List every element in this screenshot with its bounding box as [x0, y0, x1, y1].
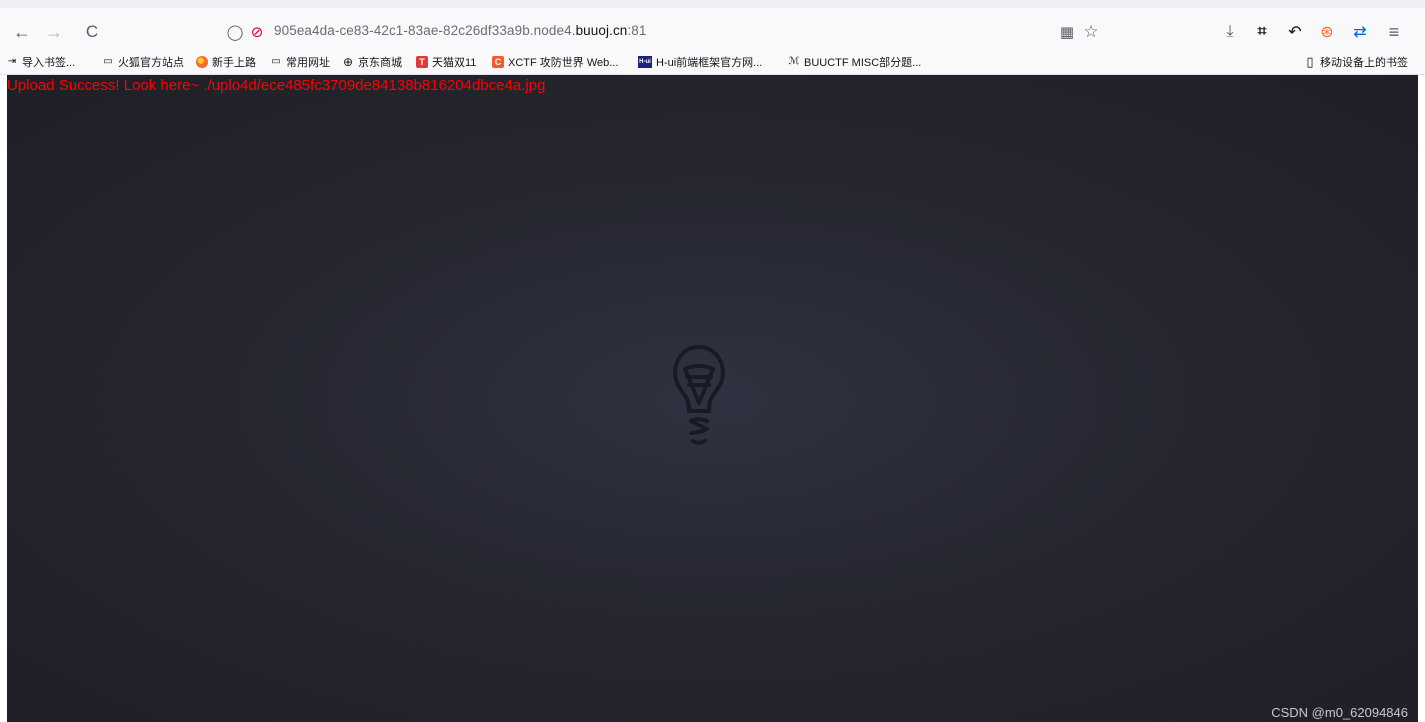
bookmark-label: BUUCTF MISC部分题...	[804, 57, 922, 69]
tmall-icon: T	[416, 56, 428, 68]
sync-icon[interactable]: ⇄	[1346, 18, 1374, 46]
menu-icon[interactable]: ≡	[1380, 18, 1408, 46]
bookmark-label: 天猫双11	[432, 57, 477, 69]
shield-icon[interactable]: ◯	[226, 23, 244, 41]
folder-icon: ▭	[103, 56, 113, 67]
bookmark-label: XCTF 攻防世界 Web...	[508, 57, 619, 69]
url-prefix: 905ea4da-ce83-42c1-83ae-82c26df33a9b.nod…	[274, 23, 576, 38]
bookmark-jd[interactable]: ⊕ 京东商城	[342, 54, 402, 70]
firefox-icon	[196, 56, 208, 68]
bookmark-label: 移动设备上的书签	[1320, 57, 1408, 69]
bookmark-label: 新手上路	[212, 57, 256, 69]
bookmark-xctf[interactable]: C XCTF 攻防世界 Web...	[492, 54, 618, 70]
bookmark-mobile[interactable]: ▯ 移动设备上的书签	[1304, 54, 1408, 70]
qr-code-icon[interactable]: ▦	[1058, 23, 1076, 41]
crop-icon[interactable]: ⌗	[1248, 18, 1276, 46]
bookmark-common-sites[interactable]: ▭ 常用网址	[270, 54, 330, 70]
bookmark-tmall[interactable]: T 天猫双11	[416, 54, 476, 70]
download-icon[interactable]: ⤓	[1216, 18, 1244, 46]
import-icon: ⇥	[7, 56, 17, 67]
bookmarks-toolbar: ⇥ 导入书签... ▭ 火狐官方站点 新手上路 ▭ 常用网址 ⊕ 京东商城 T …	[0, 52, 1425, 72]
hui-icon: H-ui	[638, 56, 652, 68]
insecure-lock-icon[interactable]: ⊘	[248, 23, 266, 41]
tab-strip	[0, 0, 1425, 8]
forward-icon[interactable]: →	[40, 18, 68, 46]
lightbulb-icon	[673, 345, 725, 445]
folder-icon: ▭	[271, 56, 281, 67]
url-port: :81	[627, 23, 647, 38]
csdn-watermark: CSDN @m0_62094846	[1271, 705, 1408, 720]
bookmark-label: H-ui前端框架官方网...	[656, 57, 763, 69]
bookmark-buuctf[interactable]: ℳ BUUCTF MISC部分题...	[788, 54, 922, 70]
navigation-toolbar: ← → C ◯ ⊘ 905ea4da-ce83-42c1-83ae-82c26d…	[0, 14, 1425, 50]
bookmark-getting-started[interactable]: 新手上路	[196, 54, 256, 70]
xctf-icon: C	[492, 56, 504, 68]
bookmark-hui[interactable]: H-ui H-ui前端框架官方网...	[638, 54, 762, 70]
upload-message: Upload Success! Look here~ ./uplo4d/ece4…	[7, 77, 546, 94]
bookmark-firefox-site[interactable]: ▭ 火狐官方站点	[102, 54, 184, 70]
back-icon[interactable]: ←	[8, 18, 36, 46]
url-text[interactable]: 905ea4da-ce83-42c1-83ae-82c26df33a9b.nod…	[274, 23, 646, 38]
extension-icon[interactable]: ⊛	[1313, 18, 1341, 46]
browser-chrome: ← → C ◯ ⊘ 905ea4da-ce83-42c1-83ae-82c26d…	[0, 0, 1425, 75]
page-viewport: Upload Success! Look here~ ./uplo4d/ece4…	[7, 75, 1418, 722]
bookmark-label: 火狐官方站点	[118, 57, 184, 69]
reload-icon[interactable]: C	[78, 18, 106, 46]
buuctf-icon: ℳ	[788, 56, 800, 67]
bookmark-label: 导入书签...	[22, 57, 76, 69]
mobile-device-icon: ▯	[1306, 54, 1314, 69]
bookmark-label: 常用网址	[286, 57, 330, 69]
address-bar[interactable]: ◯ ⊘ 905ea4da-ce83-42c1-83ae-82c26df33a9b…	[216, 16, 1106, 48]
undo-icon[interactable]: ↶	[1281, 18, 1309, 46]
globe-icon: ⊕	[342, 55, 354, 69]
url-domain: buuoj.cn	[575, 23, 628, 38]
bookmark-label: 京东商城	[358, 57, 402, 69]
bookmark-import[interactable]: ⇥ 导入书签...	[6, 54, 75, 70]
bookmark-star-icon[interactable]: ☆	[1082, 22, 1100, 41]
